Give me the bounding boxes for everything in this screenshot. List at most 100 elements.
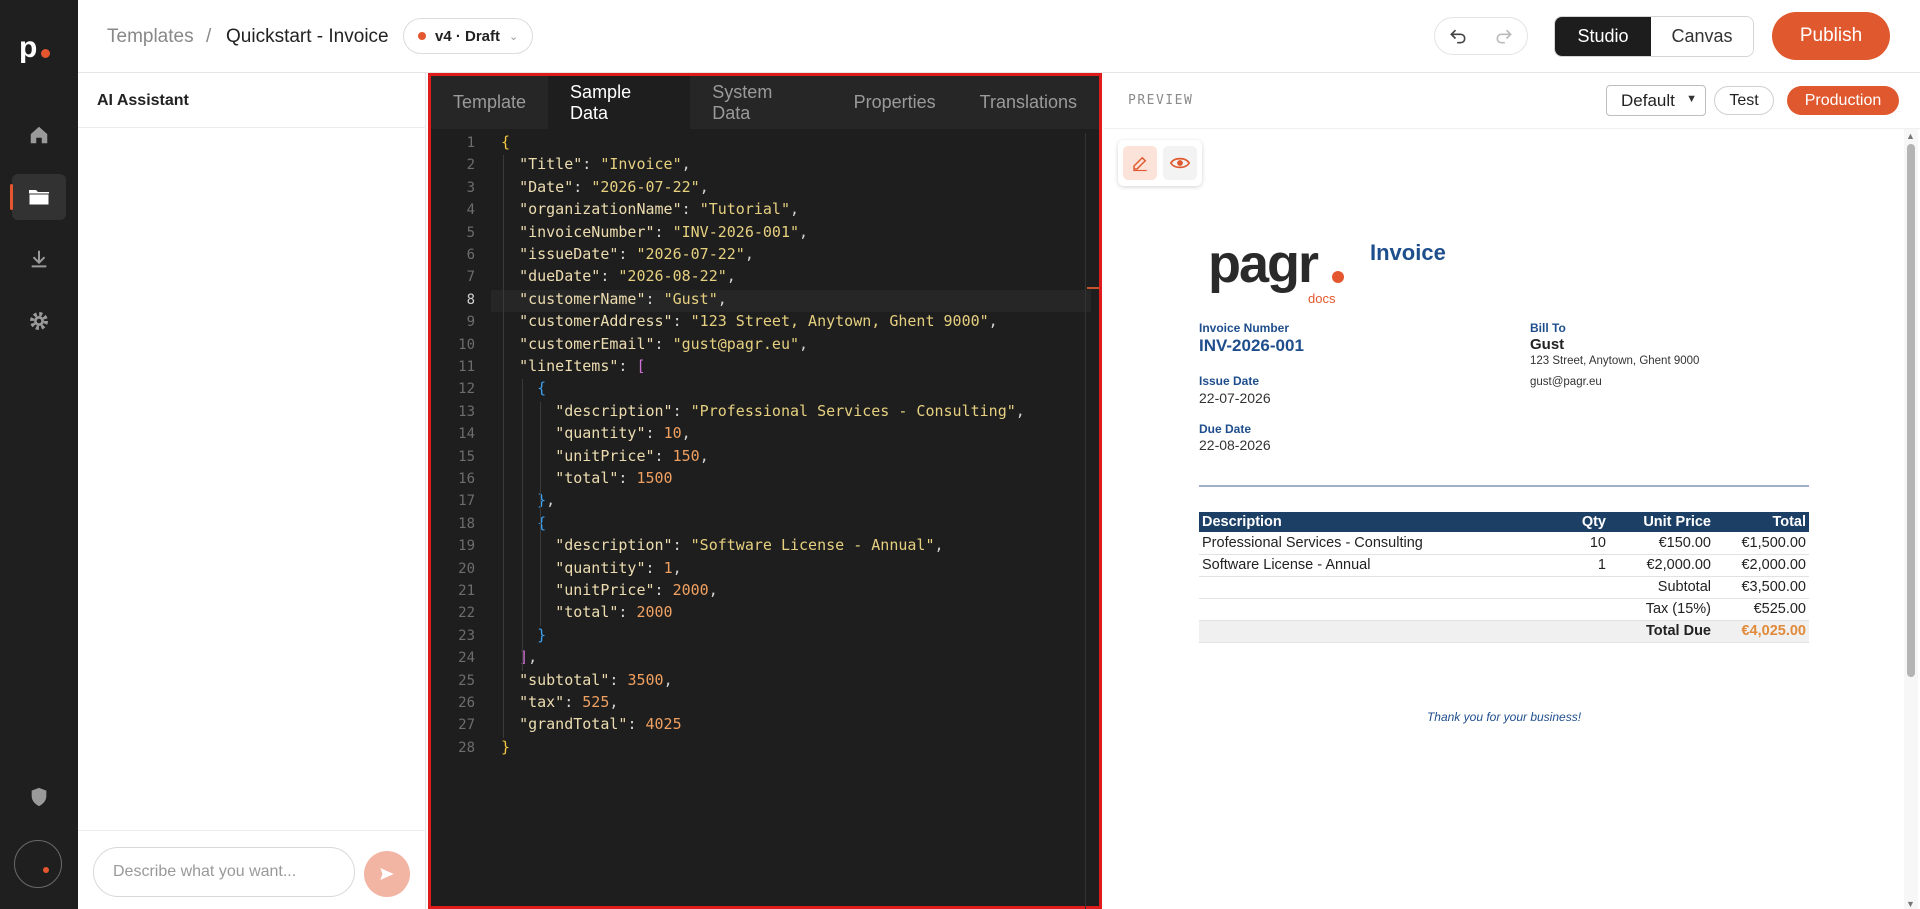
code-line: "total": 1500 [555,469,673,487]
code-line: "issueDate": "2026-07-22", [519,245,754,263]
line-number: 27 [458,717,475,734]
subtotal-row: Subtotal €3,500.00 [1199,576,1809,599]
app-logo[interactable]: p [19,31,59,69]
code-line: } [537,625,547,644]
shield-icon [31,787,47,807]
logo-dot [1332,271,1344,283]
due-date-label: Due Date [1199,422,1252,436]
due-date-value: 22-08-2026 [1199,437,1271,453]
divider [78,830,426,831]
preview-scrollbar[interactable]: ▲ ▼ [1904,129,1918,909]
scroll-up-icon[interactable]: ▲ [1906,131,1915,141]
issue-date-label: Issue Date [1199,374,1260,388]
header-divider [1199,485,1809,487]
production-button[interactable]: Production [1787,86,1899,115]
version-dropdown[interactable]: v4 · Draft ⌄ [403,18,534,54]
code-line: }, [537,491,556,510]
tab-sample-data[interactable]: Sample Data [548,76,691,129]
environment-select[interactable]: Default ▼ [1606,85,1706,116]
templates-button[interactable] [10,174,66,220]
code-line: "customerEmail": "gust@pagr.eu", [519,334,809,353]
customer-name: Gust [1530,336,1565,353]
tab-properties[interactable]: Properties [832,76,958,129]
code-line: "unitPrice": 150, [555,446,709,465]
line-number: 10 [458,336,475,353]
left-rail: p [0,0,78,909]
code-line: "grandTotal": 4025 [519,715,682,734]
divider [1104,128,1920,129]
line-number: 2 [466,157,475,174]
security-button[interactable] [12,774,66,820]
cursor-marker [1087,287,1099,289]
scroll-down-icon[interactable]: ▼ [1906,899,1915,909]
breadcrumb-current: Quickstart - Invoice [226,26,389,47]
code-line: "unitPrice": 2000, [555,581,718,599]
code-line: "Title": "Invoice", [519,155,691,174]
code-line: "total": 2000 [555,603,673,622]
code-line: "customerName": "Gust", [519,289,727,308]
tax-row: Tax (15%) €525.00 [1199,598,1809,621]
chevron-down-icon: ▼ [1686,93,1697,105]
line-number: 15 [458,448,475,465]
table-row: Professional Services - Consulting 10 €1… [1199,532,1809,555]
code-line: "customerAddress": "123 Street, Anytown,… [519,312,998,331]
edit-button[interactable] [1123,146,1158,180]
redo-icon[interactable] [1494,26,1514,46]
logo-wordmark: pagr [1208,234,1319,294]
tax-label: Tax (15%) [1609,598,1714,621]
code-line: "subtotal": 3500, [519,670,673,689]
publish-button[interactable]: Publish [1772,12,1890,60]
indent-guide [540,401,541,514]
cell-description: Software License - Annual [1199,554,1569,577]
cell-unit-price: €2,000.00 [1609,554,1714,577]
edit-icon [1133,156,1148,172]
history-controls [1434,17,1528,55]
indent-guide [503,155,504,738]
line-number: 25 [458,672,475,689]
ai-assistant-panel: AI Assistant Describe what you want... [78,73,426,909]
undo-icon[interactable] [1448,26,1468,46]
tab-translations[interactable]: Translations [958,76,1099,129]
line-number: 5 [466,224,475,241]
bill-to-label: Bill To [1530,321,1566,335]
customer-address: 123 Street, Anytown, Ghent 9000 [1530,355,1700,367]
column-header: Qty [1569,512,1609,532]
canvas-mode-button[interactable]: Canvas [1651,17,1753,56]
line-number: 12 [458,381,475,398]
code-line: } [501,737,511,756]
code-line: "description": "Software License - Annua… [555,536,944,555]
ai-prompt-input[interactable]: Describe what you want... [93,847,355,897]
cell-qty: 1 [1569,554,1609,577]
line-items-table: Description Qty Unit Price Total Profess… [1199,512,1809,643]
preview-label: PREVIEW [1128,93,1194,108]
user-avatar[interactable] [14,840,62,888]
line-number: 6 [466,247,475,263]
send-button[interactable] [364,851,410,897]
line-number: 1 [466,135,475,151]
code-line: "quantity": 1, [555,558,682,577]
tab-system-data[interactable]: System Data [690,76,831,129]
cell-total: €2,000.00 [1714,554,1809,577]
line-number: 19 [458,538,475,555]
scrollbar-thumb[interactable] [1907,144,1915,677]
table-header-row: Description Qty Unit Price Total [1199,512,1809,532]
view-button[interactable] [1162,146,1197,180]
breadcrumb-separator: / [206,26,212,47]
studio-mode-button[interactable]: Studio [1555,17,1651,56]
tab-template[interactable]: Template [431,76,548,129]
settings-button[interactable] [12,298,66,344]
downloads-button[interactable] [12,236,66,282]
breadcrumb-templates[interactable]: Templates [107,26,194,48]
indent-guide [540,513,541,626]
code-line: "description": "Professional Services - … [555,401,1025,420]
home-button[interactable] [12,112,66,158]
subtotal-value: €3,500.00 [1714,576,1809,599]
code-line: "tax": 525, [519,693,619,711]
table-row: Software License - Annual 1 €2,000.00 €2… [1199,554,1809,577]
test-button[interactable]: Test [1714,86,1774,115]
logo-subtext: docs [1308,291,1336,306]
line-number: 26 [458,695,475,711]
line-number: 21 [458,583,475,599]
ai-assistant-title: AI Assistant [97,92,189,109]
code-editor-panel: Template Sample Data System Data Properties… [428,73,1102,909]
